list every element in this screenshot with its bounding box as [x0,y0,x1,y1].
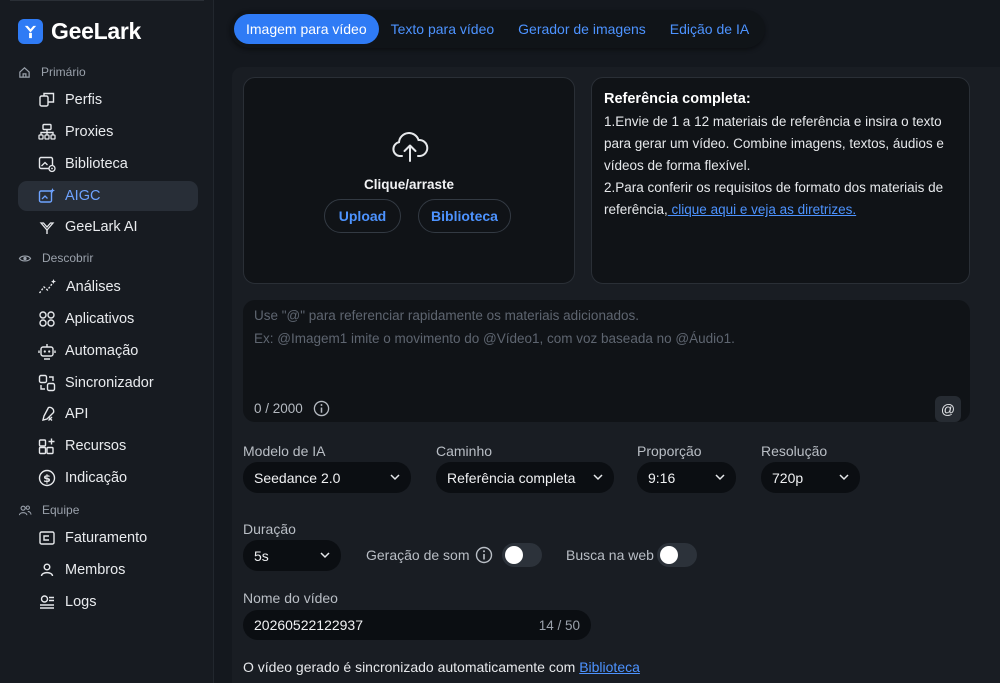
library-button[interactable]: Biblioteca [418,199,511,233]
svg-text:$: $ [43,472,51,485]
sound-toggle[interactable] [502,543,542,567]
ratio-select[interactable]: 9:16 [637,462,736,493]
aigc-icon [38,188,55,203]
prompt-char-counter: 0 / 2000 [254,400,330,417]
chevron-down-icon [593,474,603,481]
web-search-toggle[interactable] [657,543,697,567]
prompt-placeholder-2: Ex: @Imagem1 imite o movimento do @Vídeo… [254,331,735,346]
duration-label: Duração [243,521,296,537]
sidebar-item-analytics[interactable]: Análises [18,272,198,302]
sidebar-item-api[interactable]: API [18,399,198,429]
resolution-label: Resolução [761,443,828,459]
library-icon [38,156,56,173]
automation-icon [38,344,56,360]
sidebar-item-resources[interactable]: Recursos [18,431,198,461]
tab-image-generator[interactable]: Gerador de imagens [506,14,658,44]
upload-dropzone[interactable]: Clique/arraste Upload Biblioteca [243,77,575,284]
sync-note: O vídeo gerado é sincronizado automatica… [243,659,640,675]
home-icon [19,66,30,78]
section-team: Equipe [18,502,79,518]
analytics-icon [38,279,56,294]
sidebar-item-billing[interactable]: Faturamento [18,523,198,553]
sound-info-icon[interactable] [475,546,493,564]
mode-tabs: Imagem para vídeo Texto para vídeo Gerad… [230,10,766,48]
brand-logo[interactable]: GeeLark [18,18,141,45]
path-select[interactable]: Referência completa [436,462,614,493]
sidebar-item-logs[interactable]: Logs [18,587,198,617]
ratio-label: Proporção [637,443,702,459]
billing-icon [39,531,55,545]
sidebar-item-profiles[interactable]: Perfis [18,85,198,115]
sync-icon [38,374,56,392]
guidelines-link[interactable]: clique aqui e veja as diretrizes. [668,202,857,217]
mention-button[interactable]: @ [935,396,961,422]
logs-icon [40,595,54,609]
cloud-upload-icon [392,132,429,162]
section-discover: Descobrir [18,250,93,266]
prompt-placeholder-1: Use "@" para referenciar rapidamente os … [254,308,639,323]
video-name-input[interactable]: 20260522122937 14 / 50 [243,610,591,640]
duration-select[interactable]: 5s [243,540,341,571]
sidebar-item-referral[interactable]: $ Indicação [18,463,198,493]
video-name-label: Nome do vídeo [243,590,338,606]
reference-info-card: Referência completa: 1.Envie de 1 a 12 m… [591,77,970,284]
sidebar-item-automation[interactable]: Automação [18,336,198,366]
model-label: Modelo de IA [243,443,326,459]
geelark-logo-icon [18,19,43,44]
members-icon [40,563,54,577]
tab-text-to-video[interactable]: Texto para vídeo [379,14,507,44]
referral-icon: $ [38,469,56,487]
sound-label: Geração de som [366,547,470,563]
sidebar-item-members[interactable]: Membros [18,555,198,585]
info-title: Referência completa: [604,91,751,107]
toggle-knob [660,546,678,564]
team-icon [18,505,32,515]
sidebar-item-apps[interactable]: Aplicativos [18,304,198,334]
tab-image-to-video[interactable]: Imagem para vídeo [234,14,379,44]
upload-title: Clique/arraste [363,177,455,192]
upload-button[interactable]: Upload [324,199,401,233]
resources-icon [38,438,55,455]
profiles-icon [39,92,55,107]
library-link[interactable]: Biblioteca [579,659,640,675]
chevron-down-icon [839,474,849,481]
geelark-ai-icon [39,222,55,234]
chevron-down-icon [320,552,330,559]
sidebar-item-geelark-ai[interactable]: GeeLark AI [18,212,198,242]
sidebar-item-sync[interactable]: Sincronizador [18,368,198,398]
sidebar-item-proxies[interactable]: Proxies [18,117,198,147]
toggle-knob [505,546,523,564]
info-icon[interactable] [313,400,330,417]
sidebar-divider [10,0,204,1]
sidebar-item-aigc[interactable]: AIGC [18,181,198,211]
brand-name: GeeLark [51,18,141,44]
model-select[interactable]: Seedance 2.0 [243,462,411,493]
chevron-down-icon [390,474,400,481]
proxies-icon [38,123,56,140]
section-primary: Primário [18,64,86,80]
video-name-counter: 14 / 50 [538,617,580,633]
web-search-label: Busca na web [566,547,654,563]
tab-ai-editing[interactable]: Edição de IA [658,14,761,44]
resolution-select[interactable]: 720p [761,462,860,493]
info-line-2: 2.Para conferir os requisitos de formato… [604,180,944,217]
api-icon [42,406,55,421]
info-line-1: 1.Envie de 1 a 12 materiais de referênci… [604,114,944,173]
prompt-textarea[interactable]: Use "@" para referenciar rapidamente os … [243,300,970,422]
sidebar-item-library[interactable]: Biblioteca [18,149,198,179]
path-label: Caminho [436,443,493,459]
chevron-down-icon [715,474,725,481]
sidebar: GeeLark Primário Perfis Proxies Bibliote… [0,0,214,683]
apps-icon [39,311,55,327]
eye-icon [18,254,32,262]
